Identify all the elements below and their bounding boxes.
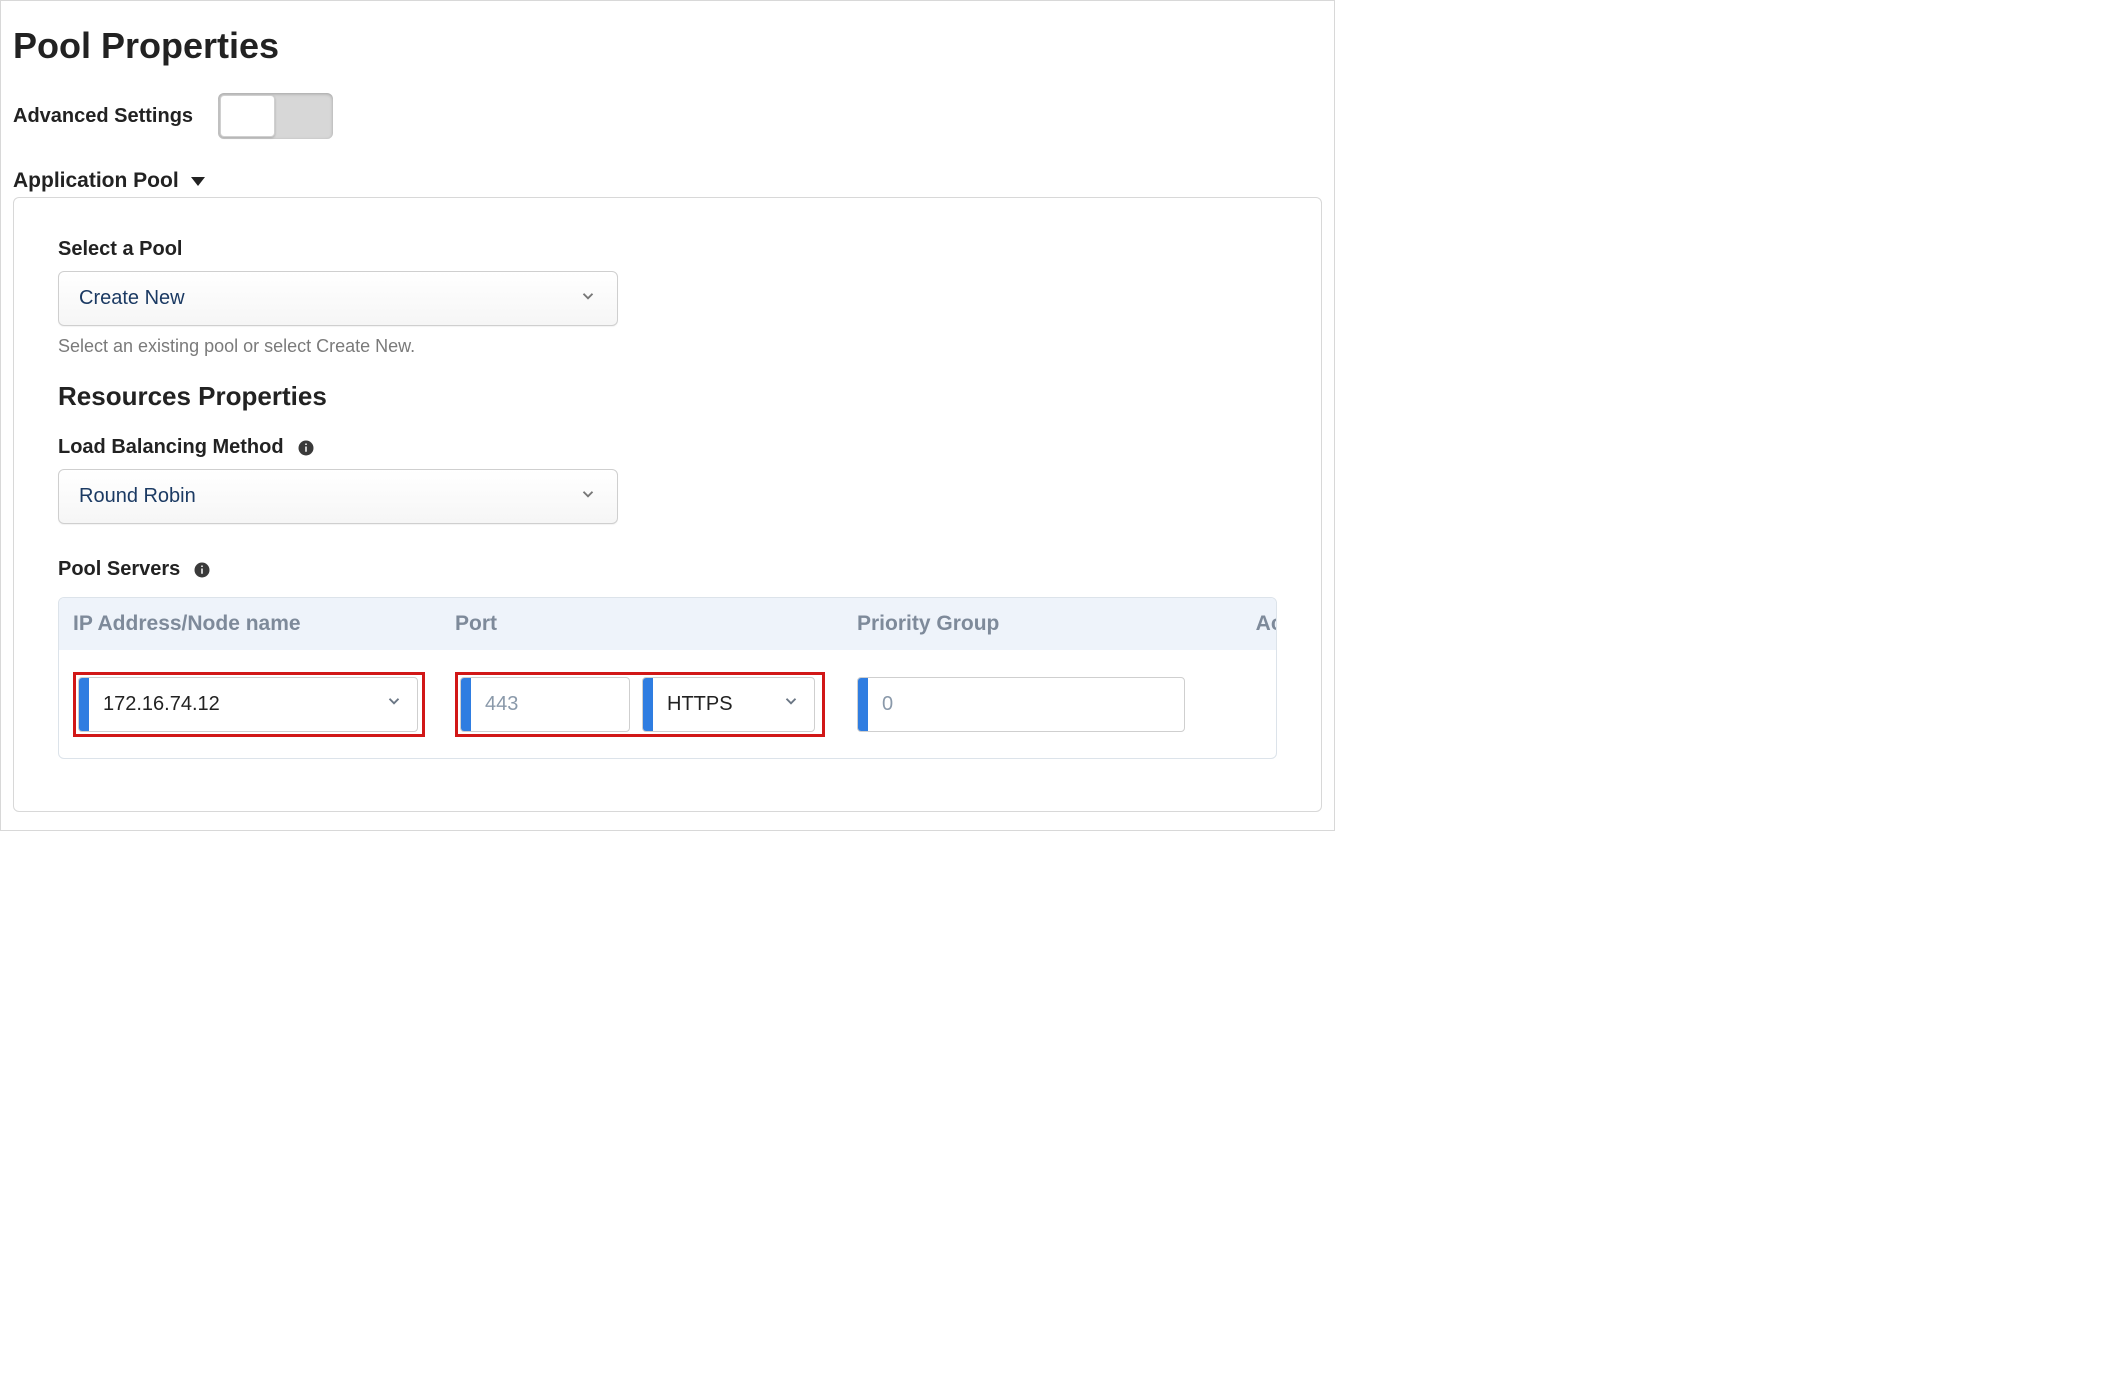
cell-ip: 172.16.74.12 — [73, 672, 455, 737]
load-balancing-label: Load Balancing Method — [58, 436, 1277, 459]
load-balancing-group: Load Balancing Method Round Robin — [58, 436, 1277, 524]
cell-port: 443 HTTPS — [455, 672, 857, 737]
select-pool-dropdown[interactable]: Create New — [58, 271, 618, 326]
chevron-down-icon — [579, 485, 597, 509]
port-input[interactable]: 443 — [460, 677, 630, 732]
active-indicator — [461, 678, 471, 731]
caret-down-icon — [191, 177, 205, 186]
cell-action: + ✕ — [1227, 664, 1277, 744]
pool-servers-label: Pool Servers — [58, 558, 1277, 581]
chevron-down-icon — [579, 287, 597, 311]
highlight-box: 443 HTTPS — [455, 672, 825, 737]
advanced-settings-label: Advanced Settings — [13, 105, 193, 128]
advanced-settings-toggle[interactable] — [218, 93, 333, 139]
table-header: IP Address/Node name Port Priority Group… — [59, 598, 1276, 650]
select-pool-group: Select a Pool Create New Select an exist… — [58, 238, 1277, 357]
highlight-box: 172.16.74.12 — [73, 672, 425, 737]
application-pool-panel: Select a Pool Create New Select an exist… — [13, 197, 1322, 812]
load-balancing-dropdown[interactable]: Round Robin — [58, 469, 618, 524]
protocol-dropdown[interactable]: HTTPS — [642, 677, 815, 732]
active-indicator — [79, 678, 89, 731]
info-icon[interactable] — [192, 560, 212, 580]
ip-address-combobox[interactable]: 172.16.74.12 — [78, 677, 418, 732]
chevron-down-icon — [782, 692, 800, 716]
info-icon[interactable] — [296, 438, 316, 458]
protocol-value: HTTPS — [653, 693, 782, 716]
select-pool-helper: Select an existing pool or select Create… — [58, 336, 1277, 357]
pool-properties-panel: Pool Properties Advanced Settings Applic… — [0, 0, 1335, 831]
ip-value: 172.16.74.12 — [89, 693, 385, 716]
active-indicator — [643, 678, 653, 731]
col-ip: IP Address/Node name — [73, 612, 455, 636]
section-title: Application Pool — [13, 169, 179, 193]
port-value: 443 — [471, 693, 629, 716]
advanced-settings-row: Advanced Settings — [13, 93, 1322, 139]
resources-properties-title: Resources Properties — [58, 381, 1277, 412]
pool-servers-table: IP Address/Node name Port Priority Group… — [58, 597, 1277, 759]
priority-input[interactable]: 0 — [857, 677, 1185, 732]
select-pool-label: Select a Pool — [58, 238, 1277, 261]
col-action: Action — [1227, 612, 1277, 636]
select-pool-value: Create New — [79, 287, 185, 310]
application-pool-section-header[interactable]: Application Pool — [13, 169, 1322, 193]
pool-servers-group: Pool Servers IP Address/Node name Port P… — [58, 558, 1277, 759]
table-body: 172.16.74.12 — [59, 650, 1276, 758]
table-row: 172.16.74.12 — [73, 664, 1262, 744]
page-title: Pool Properties — [13, 25, 1322, 67]
load-balancing-value: Round Robin — [79, 485, 196, 508]
active-indicator — [858, 678, 868, 731]
chevron-down-icon — [385, 692, 403, 716]
col-port: Port — [455, 612, 857, 636]
cell-priority: 0 — [857, 677, 1227, 732]
col-priority: Priority Group — [857, 612, 1227, 636]
toggle-knob — [220, 95, 275, 137]
priority-value: 0 — [868, 693, 1184, 716]
